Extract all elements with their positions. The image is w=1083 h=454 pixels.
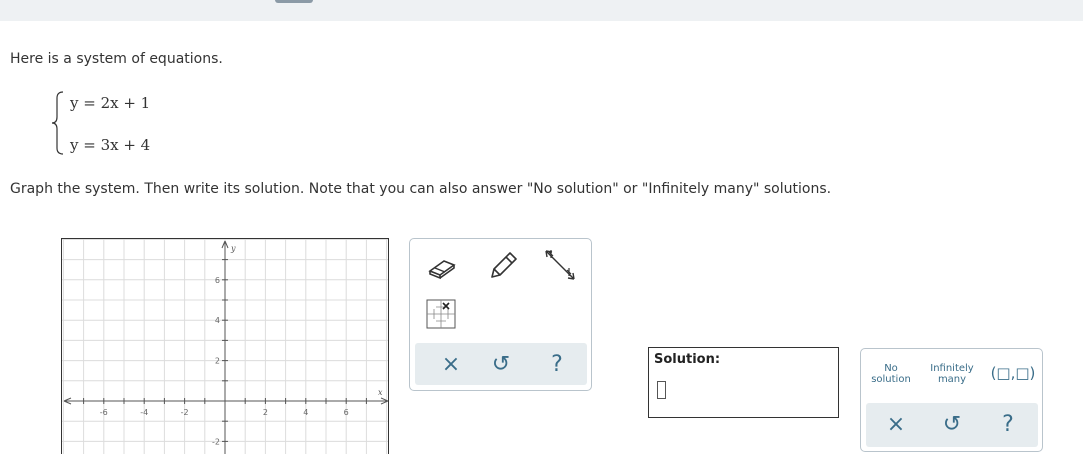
no-solution-button[interactable]: No solution	[869, 363, 913, 385]
answer-options-panel: No solution Infinitely many (□,□) × ↺ ?	[860, 348, 1043, 452]
pencil-icon[interactable]	[484, 247, 522, 285]
solution-input[interactable]	[657, 381, 666, 399]
x-tick-label: 2	[263, 408, 268, 417]
y-tick-label: 6	[215, 276, 220, 285]
y-tick-label: 2	[215, 357, 220, 366]
answer-undo-button[interactable]: ↺	[930, 403, 974, 445]
top-bar-indicator	[275, 0, 313, 3]
clear-button[interactable]: ×	[429, 343, 473, 385]
line-tool-icon[interactable]	[540, 245, 580, 285]
help-button[interactable]: ?	[535, 343, 579, 385]
intro-text: Here is a system of equations.	[10, 51, 223, 67]
x-tick-label: 4	[303, 408, 308, 417]
point-grid-icon[interactable]	[426, 299, 456, 329]
solution-label: Solution:	[654, 352, 721, 367]
y-axis-label: y	[230, 244, 236, 253]
y-tick-label: 4	[215, 316, 220, 325]
x-axis-label: x	[378, 388, 383, 397]
x-tick-label: -6	[100, 408, 108, 417]
eraser-icon[interactable]	[424, 249, 460, 285]
y-tick-label: -2	[212, 437, 220, 446]
equation-1: y = 2x + 1	[70, 94, 151, 112]
graph-toolbox: × ↺ ?	[409, 238, 592, 391]
x-tick-label: -4	[140, 408, 148, 417]
x-tick-label: 6	[344, 408, 349, 417]
graph-canvas[interactable]: -6 -4 -2 2 4 6 6 4 2 -2 x y	[62, 239, 389, 454]
infinitely-many-button[interactable]: Infinitely many	[929, 363, 975, 385]
undo-button[interactable]: ↺	[479, 343, 523, 385]
answer-clear-button[interactable]: ×	[874, 403, 918, 445]
coordinate-graph[interactable]: -6 -4 -2 2 4 6 6 4 2 -2 x y	[61, 238, 389, 454]
graph-actions-bar: × ↺ ?	[415, 343, 587, 385]
answer-help-button[interactable]: ?	[986, 403, 1030, 445]
x-tick-label: -2	[181, 408, 189, 417]
instructions-text: Graph the system. Then write its solutio…	[10, 181, 832, 197]
ordered-pair-button[interactable]: (□,□)	[989, 365, 1037, 381]
top-bar	[0, 0, 1083, 21]
answer-actions-bar: × ↺ ?	[866, 403, 1038, 447]
equation-2: y = 3x + 4	[70, 136, 151, 154]
system-brace	[51, 91, 64, 155]
solution-box: Solution:	[648, 347, 839, 418]
